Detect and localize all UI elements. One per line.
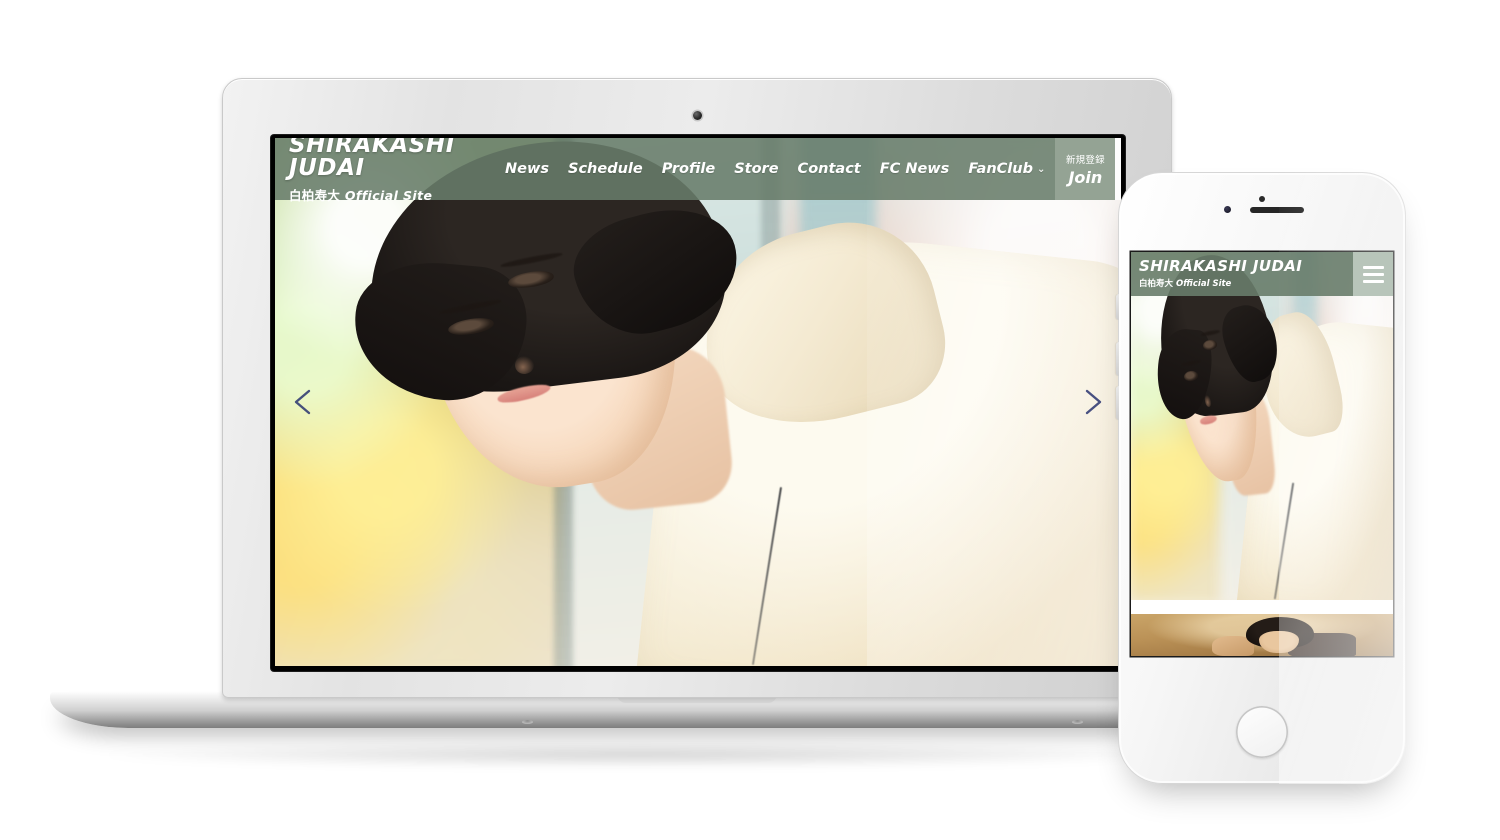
mobile-hero-image	[1131, 252, 1393, 600]
desktop-viewport: SHIRAKASHI JUDAI 白柏寿大 Official Site News	[275, 138, 1121, 666]
brand-subtitle-jp: 白柏寿大	[289, 188, 341, 203]
hamburger-bar-3	[1362, 279, 1384, 283]
phone-volume-down-button[interactable]	[1116, 386, 1119, 420]
join-button[interactable]: 新規登録 Join	[1055, 138, 1116, 200]
scene-shadow	[100, 742, 1180, 768]
hamburger-bar-1	[1362, 265, 1384, 269]
nav-item-schedule[interactable]: Schedule	[568, 161, 643, 177]
phone-silent-switch[interactable]	[1116, 294, 1119, 320]
phone-home-button[interactable]	[1236, 706, 1288, 758]
hamburger-bar-2	[1362, 272, 1384, 276]
mobile-brand-subtitle: 白柏寿大 Official Site	[1139, 277, 1353, 289]
nav-item-fc-news[interactable]: FC News	[880, 161, 950, 177]
phone-mockup: SHIRAKASHI JUDAI 白柏寿大 Official Site	[1116, 172, 1406, 784]
chevron-right-icon[interactable]	[1079, 386, 1107, 418]
login-button[interactable]: ログイン Login	[1115, 138, 1121, 200]
nav-item-news[interactable]: News	[505, 161, 549, 177]
join-label-en: Join	[1068, 167, 1103, 187]
webcam-icon	[693, 111, 702, 120]
auth-buttons: 新規登録 Join ログイン Login	[1055, 138, 1121, 200]
m-hero-subject	[1131, 252, 1393, 600]
hero-photo	[275, 138, 1121, 666]
nav-label-fanclub: FanClub	[968, 161, 1033, 177]
nav-label-schedule: Schedule	[568, 161, 643, 177]
mobile-secondary-photo[interactable]	[1131, 614, 1393, 656]
laptop-foot-left	[522, 720, 533, 724]
brand-subtitle-en: Official Site	[344, 188, 433, 203]
mobile-site-logo[interactable]: SHIRAKASHI JUDAI 白柏寿大 Official Site	[1131, 252, 1353, 296]
phone-screen: SHIRAKASHI JUDAI 白柏寿大 Official Site	[1131, 252, 1393, 656]
nav-item-store[interactable]: Store	[734, 161, 778, 177]
mobile-brand-subtitle-en: Official Site	[1175, 279, 1232, 289]
mockup-scene: SHIRAKASHI JUDAI 白柏寿大 Official Site News	[0, 0, 1500, 840]
phone-earpiece-speaker	[1250, 207, 1304, 213]
site-header: SHIRAKASHI JUDAI 白柏寿大 Official Site News	[275, 138, 1121, 203]
phone-volume-up-button[interactable]	[1116, 342, 1119, 376]
main-navigation: News Schedule Profile Store Contact FC N…	[505, 138, 1055, 200]
mobile-header: SHIRAKASHI JUDAI 白柏寿大 Official Site	[1131, 252, 1393, 296]
chevron-left-icon[interactable]	[289, 386, 317, 418]
phone-proximity-sensor-icon	[1224, 206, 1231, 213]
site-logo[interactable]: SHIRAKASHI JUDAI 白柏寿大 Official Site	[275, 138, 505, 203]
brand-subtitle: 白柏寿大 Official Site	[289, 185, 505, 204]
m2-subject-face	[1259, 630, 1299, 653]
brand-title: SHIRAKASHI JUDAI	[289, 138, 455, 181]
laptop-screen: SHIRAKASHI JUDAI 白柏寿大 Official Site News	[271, 135, 1125, 671]
nav-label-news: News	[505, 161, 549, 177]
hero-subject	[275, 138, 1121, 666]
laptop-lid: SHIRAKASHI JUDAI 白柏寿大 Official Site News	[222, 78, 1172, 698]
mobile-brand-subtitle-jp: 白柏寿大	[1139, 279, 1174, 289]
laptop-mockup: SHIRAKASHI JUDAI 白柏寿大 Official Site News	[50, 78, 1344, 728]
nav-label-fc-news: FC News	[879, 161, 950, 177]
join-label-jp: 新規登録	[1065, 154, 1105, 166]
mobile-brand-title: SHIRAKASHI JUDAI	[1139, 257, 1303, 275]
hamburger-icon[interactable]	[1353, 252, 1393, 296]
hero-slider[interactable]	[275, 138, 1121, 666]
nav-item-contact[interactable]: Contact	[798, 161, 861, 177]
phone-front-camera-icon	[1259, 196, 1265, 202]
nav-item-fanclub[interactable]: FanClub ⌄	[968, 161, 1045, 177]
mobile-hero-photo[interactable]	[1131, 252, 1393, 600]
nav-label-contact: Contact	[797, 161, 861, 177]
chevron-down-icon: ⌄	[1036, 163, 1046, 175]
laptop-foot-right	[1072, 720, 1083, 724]
nav-label-profile: Profile	[661, 161, 716, 177]
nav-label-store: Store	[734, 161, 779, 177]
mobile-content-gap	[1131, 600, 1393, 614]
nav-item-profile[interactable]: Profile	[662, 161, 716, 177]
